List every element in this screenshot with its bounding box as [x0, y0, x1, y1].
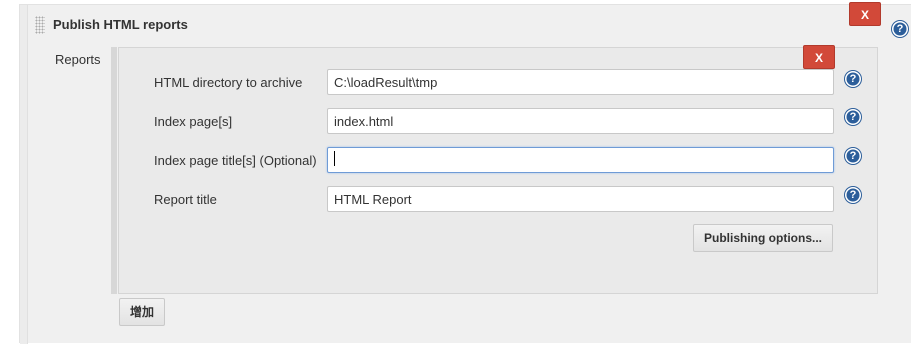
field-label-report-title: Report title [154, 192, 217, 207]
section-left-strip [20, 5, 28, 344]
section-title: Publish HTML reports [53, 17, 188, 32]
help-icon[interactable]: ? [845, 71, 861, 87]
index-page-titles-input[interactable] [327, 147, 834, 173]
field-label-index-page-titles: Index page title[s] (Optional) [154, 153, 317, 168]
delete-section-button[interactable]: X [849, 2, 881, 26]
index-pages-input[interactable] [327, 108, 834, 134]
publishing-options-button[interactable]: Publishing options... [693, 224, 833, 252]
delete-report-button[interactable]: X [803, 45, 835, 69]
field-label-index-pages: Index page[s] [154, 114, 233, 129]
add-report-button[interactable]: 增加 [119, 298, 165, 326]
reports-label: Reports [55, 52, 101, 67]
text-caret [334, 151, 335, 166]
drag-handle-icon[interactable] [35, 16, 45, 34]
html-directory-input[interactable] [327, 69, 834, 95]
help-icon[interactable]: ? [845, 109, 861, 125]
help-icon[interactable]: ? [845, 148, 861, 164]
help-icon[interactable]: ? [892, 21, 908, 37]
help-icon[interactable]: ? [845, 187, 861, 203]
report-title-input[interactable] [327, 186, 834, 212]
field-label-html-directory: HTML directory to archive [154, 75, 303, 90]
reports-panel-bar [111, 47, 117, 294]
